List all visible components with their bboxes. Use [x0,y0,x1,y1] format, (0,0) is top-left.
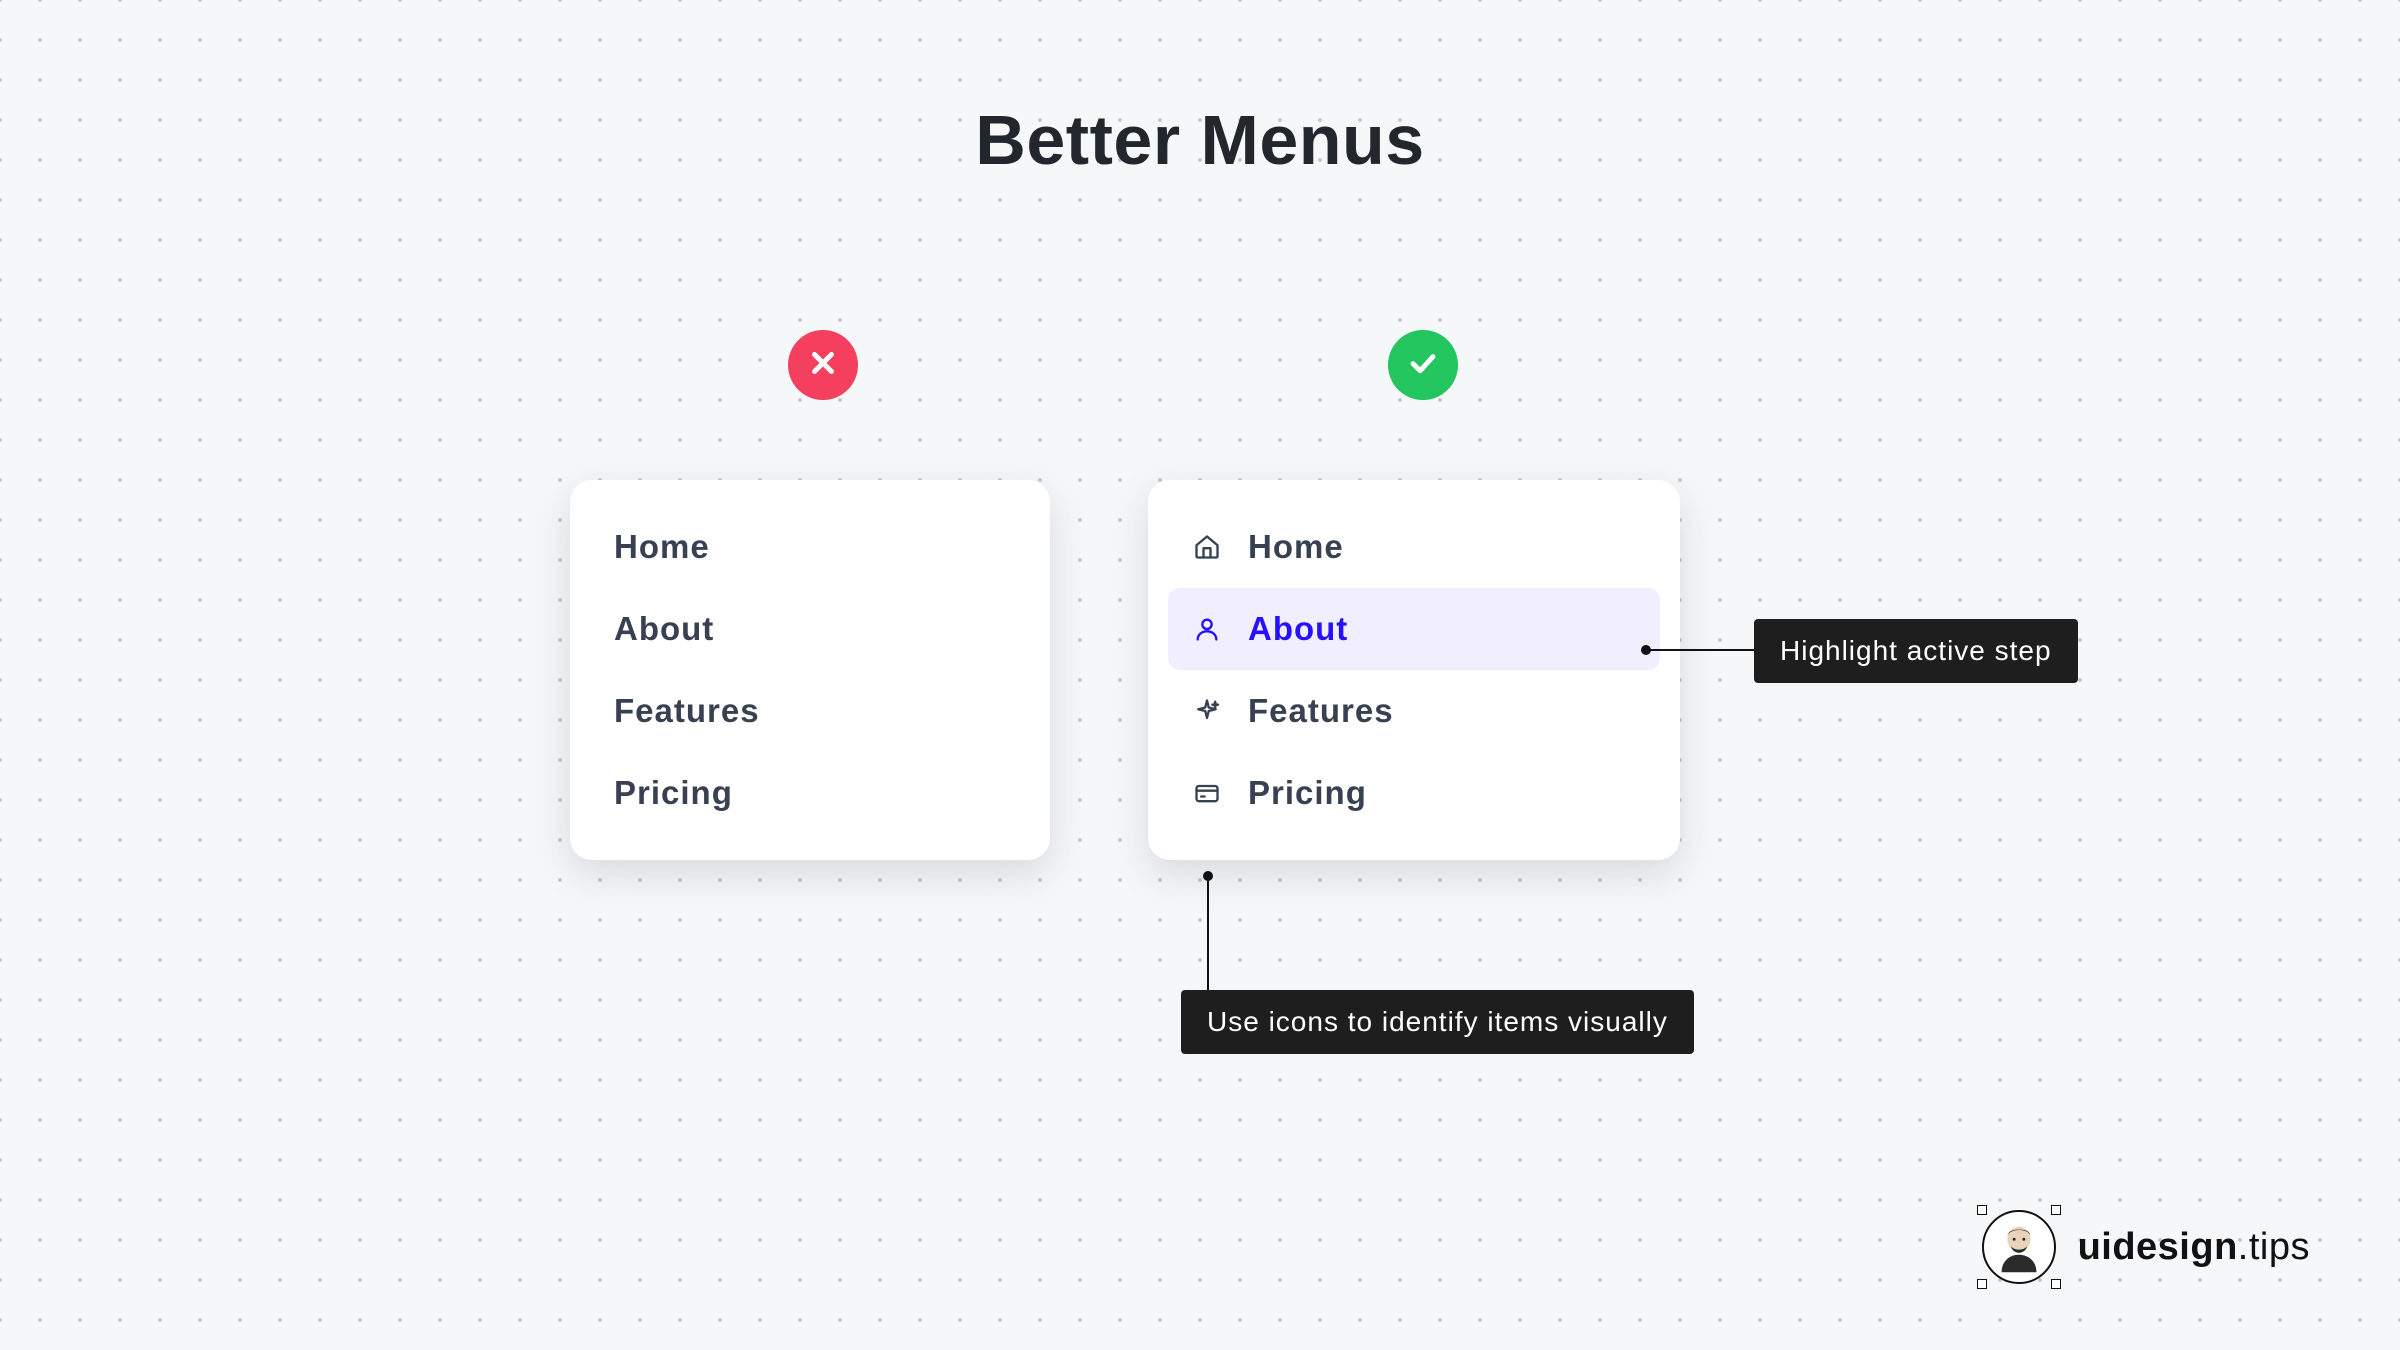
x-icon [806,346,840,385]
user-icon [1192,614,1222,644]
menu-item-about[interactable]: About [1168,588,1660,670]
credit-light: .tips [2238,1226,2310,1268]
credit-card-icon [1192,778,1222,808]
menu-item-pricing[interactable]: Pricing [590,752,1030,834]
credit: uidesign.tips [1982,1210,2310,1284]
menu-item-label: Features [1248,692,1394,730]
good-badge [1388,330,1458,400]
menu-item-features[interactable]: Features [590,670,1030,752]
good-menu-card: Home About Features Pricing [1148,480,1680,860]
home-icon [1192,532,1222,562]
menu-item-label: About [1248,610,1348,648]
callout-icons: Use icons to identify items visually [1181,990,1694,1054]
menu-item-pricing[interactable]: Pricing [1168,752,1660,834]
menu-item-about[interactable]: About [590,588,1030,670]
menu-item-label: Home [1248,528,1344,566]
menu-item-label: Home [614,528,710,566]
bad-badge [788,330,858,400]
page-title: Better Menus [975,100,1424,180]
menu-item-label: Pricing [1248,774,1367,812]
menu-item-label: About [614,610,714,648]
menu-item-home[interactable]: Home [590,506,1030,588]
menu-item-label: Features [614,692,760,730]
credit-bold: uidesign [2078,1226,2238,1268]
credit-text: uidesign.tips [2078,1226,2310,1269]
leader-icons [1198,870,1218,1000]
avatar-selection-box [1982,1210,2056,1284]
check-icon [1406,346,1440,385]
menu-item-home[interactable]: Home [1168,506,1660,588]
callout-highlight: Highlight active step [1754,619,2078,683]
sparkle-icon [1192,696,1222,726]
menu-item-label: Pricing [614,774,733,812]
bad-menu-card: Home About Features Pricing [570,480,1050,860]
menu-item-features[interactable]: Features [1168,670,1660,752]
